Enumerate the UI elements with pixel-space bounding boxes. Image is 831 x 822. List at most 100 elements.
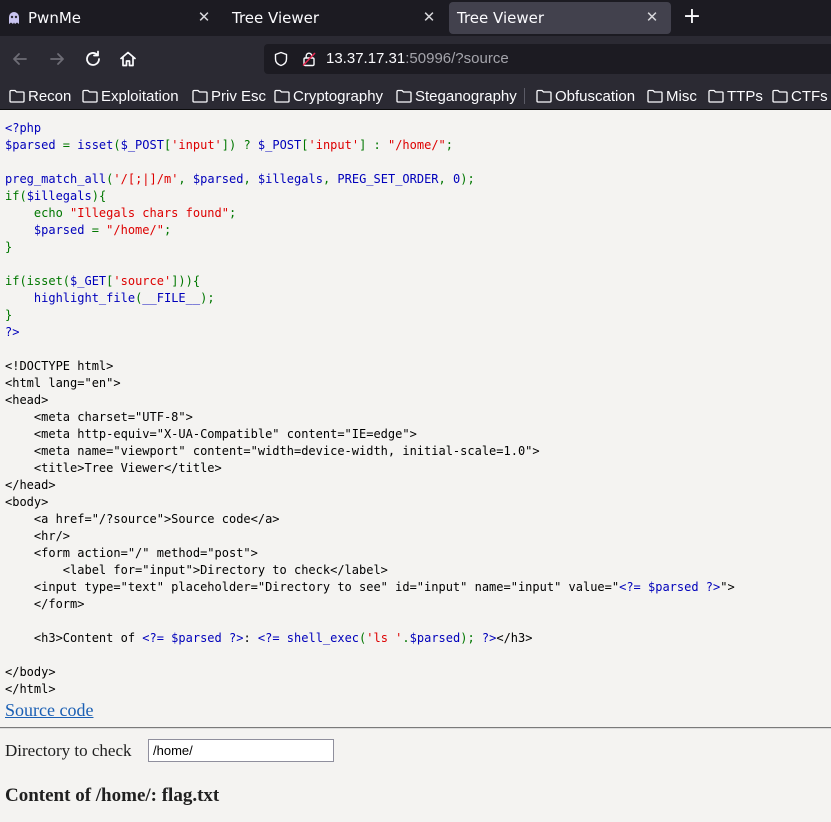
code-line: preg_match_all('/[;|]/m', $parsed, $ille… (5, 171, 735, 188)
code-token: = (62, 138, 78, 152)
tab-pwnme[interactable]: PwnMe ✕ (0, 0, 222, 36)
code-token: $_POST (120, 138, 164, 152)
code-line: ?> (5, 324, 735, 341)
code-line: </head> (5, 477, 735, 494)
url-rest: :50996/?source (405, 50, 509, 67)
arrow-right-icon[interactable] (47, 49, 67, 69)
bookmark-label: Misc (666, 87, 697, 105)
code-line: </html> (5, 681, 735, 698)
code-token: highlight_file (33, 291, 136, 305)
directory-input[interactable] (148, 739, 334, 762)
code-line: if(isset($_GET['source'])){ (5, 273, 735, 290)
url-text[interactable]: 13.37.17.31:50996/?source (326, 50, 509, 67)
home-icon[interactable] (118, 49, 138, 69)
close-icon[interactable]: ✕ (643, 8, 661, 26)
arrow-left-icon[interactable] (10, 49, 30, 69)
tab-tree-viewer[interactable]: Tree Viewer ✕ (222, 0, 444, 36)
bookmark-steganography[interactable]: Steganography (396, 86, 517, 106)
folder-icon (9, 89, 25, 103)
code-line: <h3>Content of <?= $parsed ?>: <?= shell… (5, 630, 735, 647)
code-line: } (5, 239, 735, 256)
folder-icon (647, 89, 663, 103)
code-token: $illegals (257, 172, 323, 186)
new-tab-button[interactable]: + (682, 6, 702, 28)
code-token: <form action="/" method="post"> (5, 546, 258, 560)
code-line: <input type="text" placeholder="Director… (5, 579, 735, 596)
bookmark-priv-esc[interactable]: Priv Esc (192, 86, 266, 106)
lock-icon[interactable] (301, 51, 317, 67)
bookmark-label: CTFs (791, 87, 828, 105)
code-token: if(isset( (5, 274, 71, 288)
code-line: </form> (5, 596, 735, 613)
tab-tree-viewer-active[interactable]: Tree Viewer ✕ (449, 2, 671, 34)
bookmark-label: Recon (28, 87, 72, 105)
bookmark-label: Cryptography (293, 87, 384, 105)
code-token: "/home/" (387, 138, 446, 152)
tab-strip: PwnMe ✕ Tree Viewer ✕ Tree Viewer ✕ + (0, 0, 831, 36)
bookmark-exploitation[interactable]: Exploitation (82, 86, 179, 106)
code-token: <label for="input">Directory to check</l… (5, 563, 388, 577)
bookmark-ttps[interactable]: TTPs (708, 86, 763, 106)
code-line: if($illegals){ (5, 188, 735, 205)
code-line: highlight_file(__FILE__); (5, 290, 735, 307)
code-token: $illegals (26, 189, 92, 203)
bookmark-recon[interactable]: Recon (9, 86, 71, 106)
code-line: <label for="input">Directory to check</l… (5, 562, 735, 579)
code-token: "/home/" (106, 223, 164, 237)
bookmark-obfuscation[interactable]: Obfuscation (536, 86, 635, 106)
code-token: 'ls ' (366, 631, 403, 645)
bookmark-label: Exploitation (101, 87, 179, 105)
code-token: <a href="/?source">Source code</a> (5, 512, 280, 526)
tab-label: PwnMe (28, 9, 81, 27)
code-token: PREG_SET_ORDER (337, 172, 439, 186)
code-token: ){ (91, 189, 107, 203)
code-token: <hr/> (5, 529, 71, 543)
code-token: [ (301, 138, 309, 152)
code-token: </form> (5, 597, 85, 611)
code-token: <meta name="viewport" content="width=dev… (5, 444, 540, 458)
code-token: <body> (5, 495, 49, 509)
code-token: ?> (5, 325, 20, 339)
bookmark-ctfs[interactable]: CTFs (772, 86, 828, 106)
code-token: $parsed (409, 631, 461, 645)
code-line: $parsed = "/home/"; (5, 222, 735, 239)
navigation-toolbar: 13.37.17.31:50996/?source (0, 36, 831, 82)
code-token: = (91, 223, 107, 237)
code-line: <meta http-equiv="X-UA-Compatible" conte… (5, 426, 735, 443)
code-token: } (5, 240, 13, 254)
close-icon[interactable]: ✕ (195, 8, 213, 26)
content-heading: Content of /home/: flag.txt (5, 785, 220, 806)
close-icon[interactable]: ✕ (420, 8, 438, 26)
code-line: <head> (5, 392, 735, 409)
folder-icon (536, 89, 552, 103)
code-line: <meta name="viewport" content="width=dev… (5, 443, 735, 460)
code-token: $parsed (192, 172, 244, 186)
reload-icon[interactable] (83, 49, 103, 69)
folder-icon (82, 89, 98, 103)
code-line: <html lang="en"> (5, 375, 735, 392)
folder-icon (708, 89, 724, 103)
url-bar[interactable]: 13.37.17.31:50996/?source (264, 44, 831, 74)
folder-icon (192, 89, 208, 103)
bookmark-misc[interactable]: Misc (647, 86, 697, 106)
code-line: echo "Illegals chars found"; (5, 205, 735, 222)
source-code-link[interactable]: Source code (5, 700, 93, 721)
code-line: <!DOCTYPE html> (5, 358, 735, 375)
code-line: <form action="/" method="post"> (5, 545, 735, 562)
code-token: isset (77, 138, 114, 152)
code-line: <title>Tree Viewer</title> (5, 460, 735, 477)
bookmark-cryptography[interactable]: Cryptography (274, 86, 383, 106)
code-token: if( (5, 189, 27, 203)
code-token: ?> (481, 631, 497, 645)
code-token: . (402, 631, 410, 645)
code-token: , (438, 172, 453, 186)
shield-icon[interactable] (273, 51, 289, 67)
code-line: } (5, 307, 735, 324)
code-token: ); (460, 172, 475, 186)
code-token: <?= $parsed ?> (142, 631, 244, 645)
